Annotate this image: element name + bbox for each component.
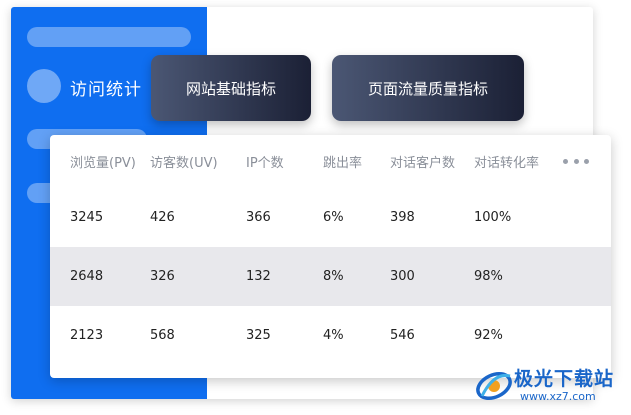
column-header-bounce-rate: 跳出率 — [323, 156, 363, 171]
cell-ip: 325 — [246, 328, 271, 343]
sidebar-placeholder-bar — [27, 27, 191, 47]
dot — [573, 158, 579, 164]
cell-bounce-rate: 8% — [323, 269, 344, 284]
column-header-chat-conversion: 对话转化率 — [474, 156, 540, 171]
cell-chat-customers: 398 — [390, 210, 415, 225]
tab-label: 网站基础指标 — [185, 79, 276, 98]
tab-page-traffic-quality-metrics[interactable]: 页面流量质量指标 — [332, 55, 524, 121]
more-horizontal-icon[interactable] — [563, 155, 589, 167]
cell-chat-customers: 546 — [390, 328, 415, 343]
column-header-pv: 浏览量(PV) — [70, 156, 136, 171]
cell-chat-conversion: 100% — [474, 210, 512, 225]
cell-uv: 426 — [150, 210, 175, 225]
cell-chat-conversion: 92% — [474, 328, 503, 343]
stage: 访问统计 网站基础指标 页面流量质量指标 浏览量(PV) 访客数(UV) IP个… — [0, 0, 631, 415]
table-row: 2648 326 132 8% 300 98% — [50, 247, 611, 306]
cell-uv: 326 — [150, 269, 175, 284]
tab-label: 页面流量质量指标 — [367, 79, 488, 98]
dot — [563, 158, 568, 164]
watermark-brand: 极光下载站 — [514, 368, 615, 390]
column-header-chat-customers: 对话客户数 — [390, 156, 456, 171]
cell-pv: 3245 — [70, 210, 104, 225]
cell-pv: 2648 — [70, 269, 104, 284]
table-header: 浏览量(PV) 访客数(UV) IP个数 跳出率 对话客户数 对话转化率 — [50, 135, 611, 188]
avatar — [27, 69, 61, 103]
watermark-logo: 极光下载站 www.xz7.com — [470, 360, 630, 410]
cell-chat-conversion: 98% — [474, 269, 503, 284]
table-row: 3245 426 366 6% 398 100% — [50, 188, 611, 247]
sidebar-item-visit-stats[interactable]: 访问统计 — [70, 75, 142, 100]
tab-site-basic-metrics[interactable]: 网站基础指标 — [151, 55, 311, 121]
cell-ip: 132 — [246, 269, 271, 284]
column-header-ip: IP个数 — [246, 156, 284, 171]
cell-ip: 366 — [246, 210, 271, 225]
watermark-url: www.xz7.com — [520, 390, 596, 403]
column-header-uv: 访客数(UV) — [150, 156, 218, 171]
dot — [584, 158, 589, 164]
metrics-table-card: 浏览量(PV) 访客数(UV) IP个数 跳出率 对话客户数 对话转化率 324… — [50, 135, 611, 378]
cell-pv: 2123 — [70, 328, 104, 343]
watermark-swirl-icon — [476, 371, 512, 401]
cell-uv: 568 — [150, 328, 175, 343]
cell-bounce-rate: 6% — [323, 210, 344, 225]
cell-chat-customers: 300 — [390, 269, 415, 284]
table-row: 2123 568 325 4% 546 92% — [50, 306, 611, 365]
cell-bounce-rate: 4% — [323, 328, 344, 343]
